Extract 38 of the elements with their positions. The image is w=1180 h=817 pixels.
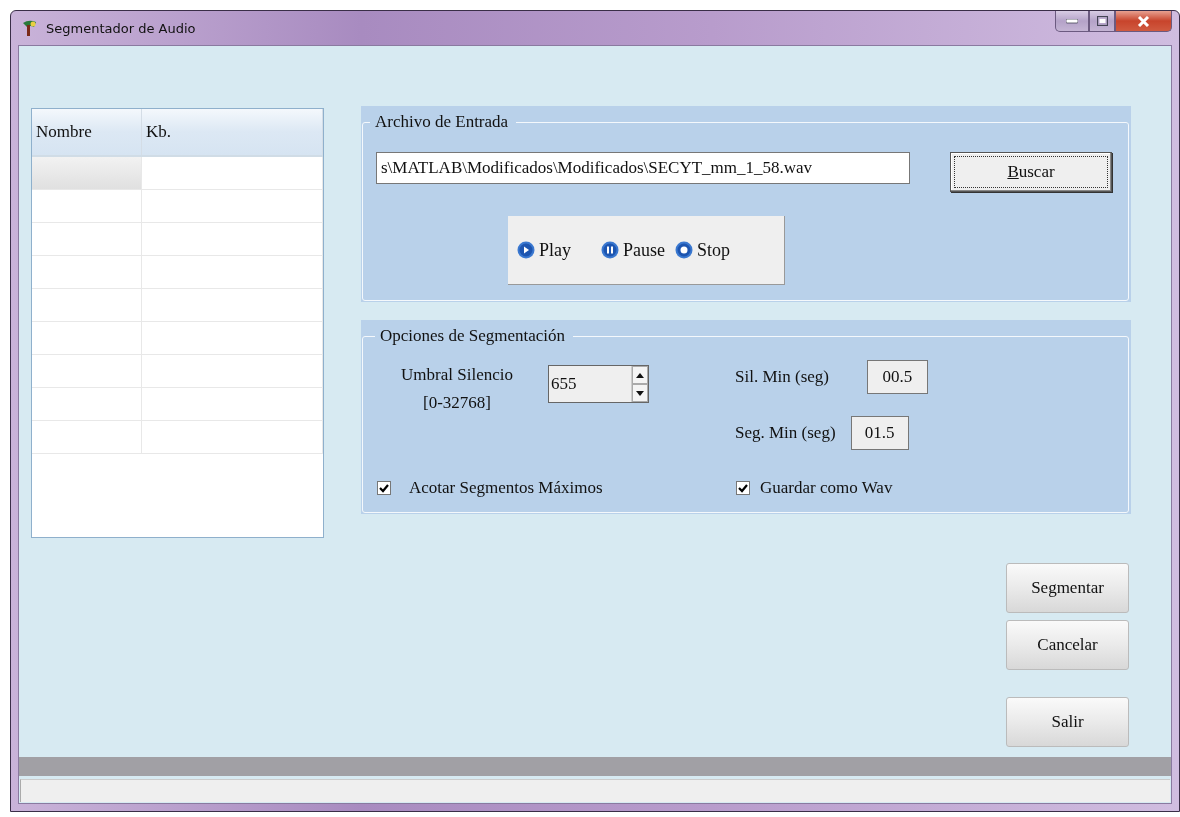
pause-button[interactable]: Pause [601,239,665,261]
min-silence-label: Sil. Min (seg) [735,367,829,387]
action-button[interactable]: Segmentar [1006,563,1129,613]
checkbox-label[interactable]: Guardar como Wav [760,478,893,498]
group-title: Archivo de Entrada [374,112,510,132]
spin-up-icon[interactable] [632,366,648,384]
maximize-icon [1096,16,1108,26]
selected-row-cell[interactable] [32,157,142,189]
close-icon [1137,15,1150,27]
min-silence-field[interactable]: 00.5 [867,360,928,394]
group-title: Opciones de Segmentación [379,326,567,346]
stop-icon [675,241,693,259]
checkbox-label[interactable]: Acotar Segmentos Máximos [409,478,603,498]
pause-icon [601,241,619,259]
maximize-button[interactable] [1089,11,1115,32]
play-button[interactable]: Play [517,239,571,261]
browse-button[interactable]: Buscar [950,152,1112,192]
minimize-icon [1066,18,1078,24]
min-segment-label: Seg. Min (seg) [735,423,836,443]
file-path-field[interactable]: s\MATLAB\Modificados\Modificados\SECYT_mm_1_58.wav [376,152,910,184]
spin-down-icon[interactable] [632,384,648,402]
min-segment-field[interactable]: 01.5 [850,416,909,450]
threshold-value-field[interactable]: 655 [549,366,631,402]
action-button[interactable]: Salir [1006,697,1129,747]
range-label: [0-32768] [423,393,491,413]
column-header[interactable]: Kb. [142,109,323,155]
play-icon [517,241,535,259]
threshold-spinner[interactable]: 655 [548,365,649,403]
window-title: Segmentador de Audio [46,20,196,36]
stop-button[interactable]: Stop [675,239,731,261]
checkbox[interactable] [736,481,750,495]
minimize-button[interactable] [1055,11,1089,32]
column-header[interactable]: Nombre [32,109,142,155]
app-icon [21,19,38,37]
action-button[interactable]: Cancelar [1006,620,1129,670]
threshold-label: Umbral Silencio [401,365,513,385]
checkbox[interactable] [377,481,391,495]
close-button[interactable] [1115,11,1172,32]
